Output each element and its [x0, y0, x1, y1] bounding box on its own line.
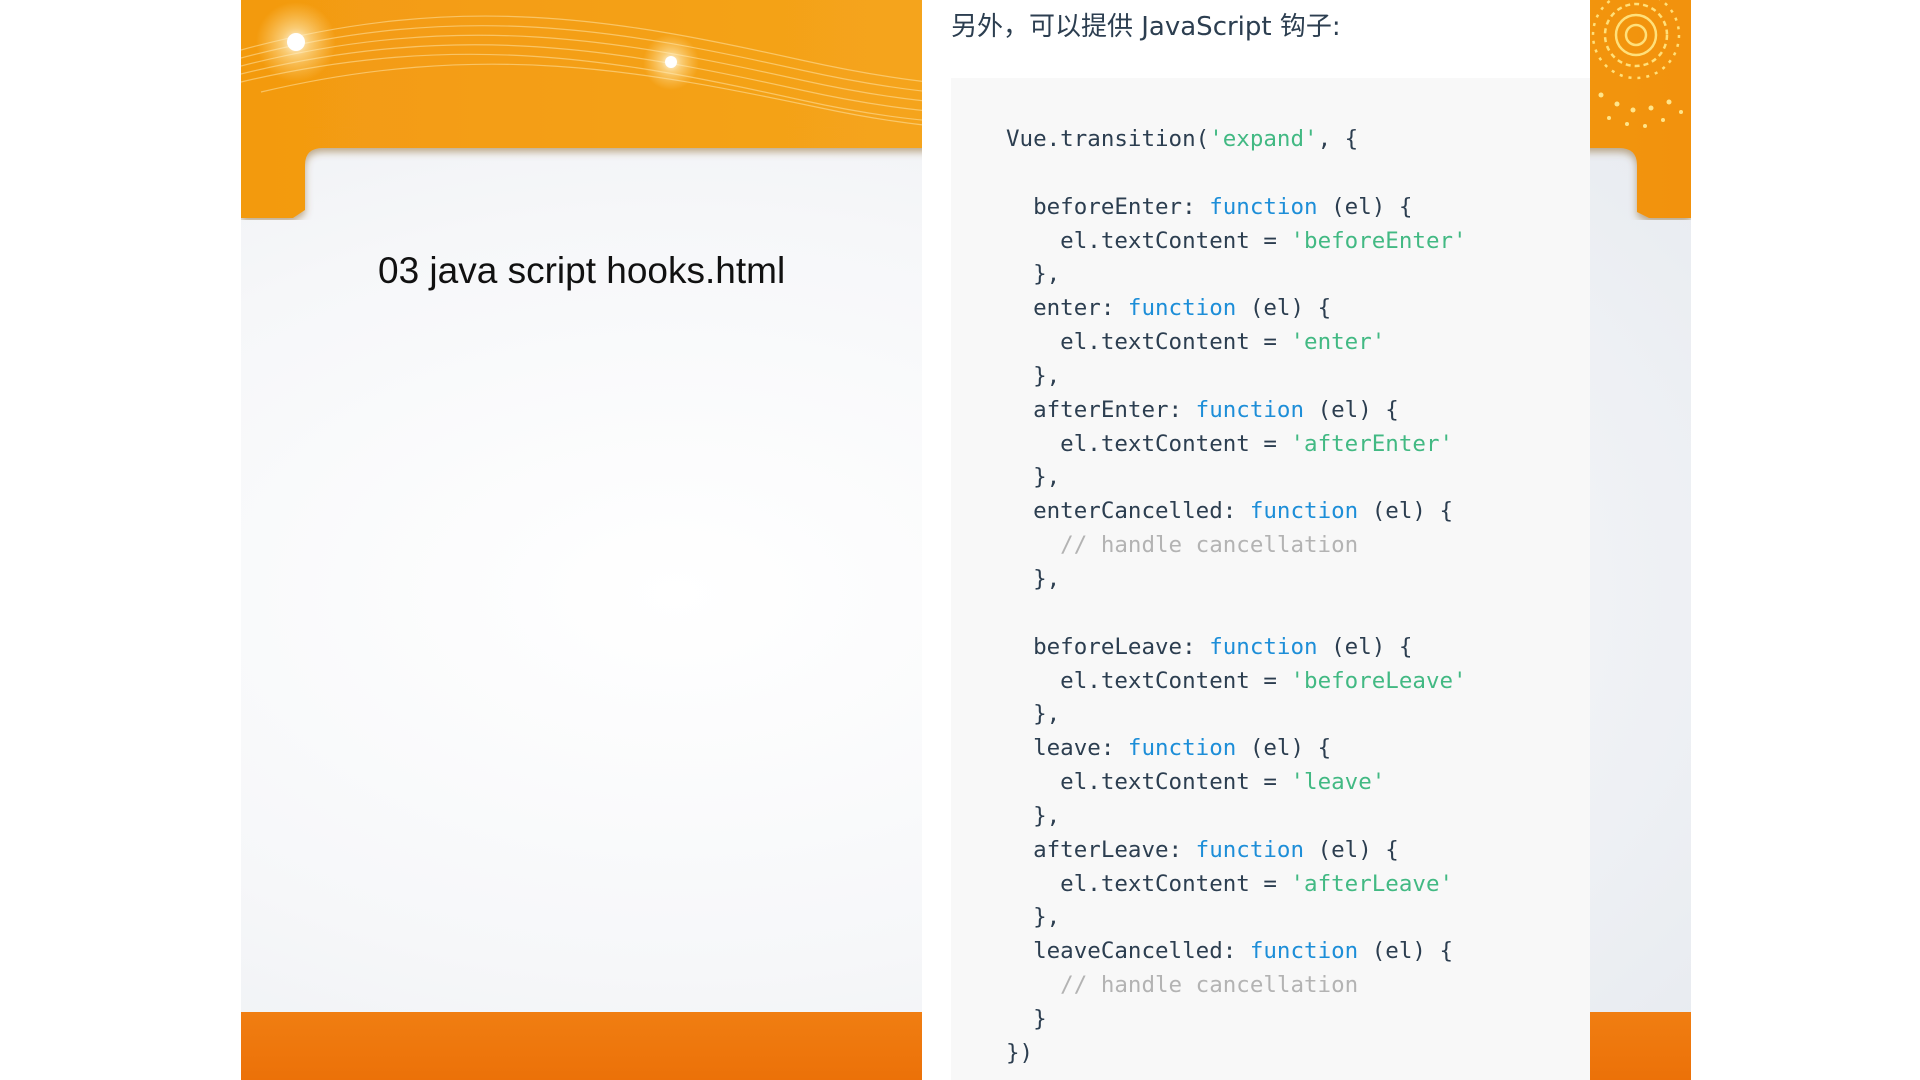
code-text: leave:	[1006, 735, 1128, 762]
code-line: el.textContent = 'afterEnter'	[1006, 428, 1467, 462]
code-text: }	[1006, 1005, 1047, 1032]
code-line: afterEnter: function (el) {	[1006, 394, 1467, 428]
code-line: el.textContent = 'leave'	[1006, 766, 1467, 800]
code-string: 'beforeLeave'	[1290, 667, 1467, 694]
code-line: leave: function (el) {	[1006, 732, 1467, 766]
code-block: Vue.transition('expand', { beforeEnter: …	[951, 78, 1590, 1080]
code-keyword: function	[1209, 193, 1318, 220]
code-line: })	[1006, 1037, 1467, 1071]
code-keyword: function	[1195, 396, 1305, 423]
code-text: beforeEnter:	[1006, 193, 1210, 220]
code-line: }	[1006, 1003, 1467, 1037]
code-line: },	[1006, 901, 1467, 935]
code-line: el.textContent = 'beforeEnter'	[1006, 225, 1467, 259]
code-line: },	[1006, 800, 1467, 834]
code-comment: // handle cancellation	[1006, 972, 1359, 999]
code-string: 'leave'	[1290, 769, 1386, 796]
code-text: el.textContent =	[1006, 227, 1291, 254]
code-text: (el) {	[1317, 193, 1413, 220]
code-text: (el) {	[1358, 938, 1454, 965]
code-text: },	[1006, 362, 1061, 389]
code-text: leaveCancelled:	[1006, 938, 1250, 965]
code-text: (el) {	[1304, 836, 1399, 863]
code-text: },	[1006, 565, 1061, 592]
code-line: el.textContent = 'beforeLeave'	[1006, 665, 1467, 699]
code-line: afterLeave: function (el) {	[1006, 834, 1467, 868]
code-string: 'enter'	[1290, 329, 1386, 356]
code-line: // handle cancellation	[1006, 969, 1467, 1003]
code-text: el.textContent =	[1006, 870, 1291, 897]
code-keyword: function	[1249, 938, 1359, 965]
code-text: (el) {	[1304, 396, 1399, 423]
code-line: // handle cancellation	[1006, 529, 1467, 563]
code-text: el.textContent =	[1006, 430, 1291, 457]
code-line: leaveCancelled: function (el) {	[1006, 935, 1467, 969]
code-text: },	[1006, 802, 1061, 829]
doc-intro-text: 另外，可以提供 JavaScript 钩子:	[951, 12, 1341, 42]
code-line: },	[1006, 258, 1467, 292]
code-string: 'beforeEnter'	[1290, 227, 1467, 254]
code-text: el.textContent =	[1006, 769, 1291, 796]
code-text: afterLeave:	[1006, 836, 1196, 863]
code-text: el.textContent =	[1006, 329, 1291, 356]
code-text: el.textContent =	[1006, 667, 1291, 694]
code-line: el.textContent = 'afterLeave'	[1006, 868, 1467, 902]
code-text: },	[1006, 464, 1061, 491]
code-text: },	[1006, 261, 1061, 288]
code-text: })	[1006, 1039, 1034, 1066]
code-text: enter:	[1006, 295, 1128, 322]
code-line: },	[1006, 360, 1467, 394]
code-string: 'afterLeave'	[1290, 870, 1454, 897]
code-text: (el) {	[1317, 633, 1413, 660]
slide-title: 03 java script hooks.html	[378, 250, 786, 291]
code-text: afterEnter:	[1006, 396, 1196, 423]
code-lines: Vue.transition('expand', { beforeEnter: …	[1006, 123, 1467, 1071]
code-string: 'afterEnter'	[1290, 430, 1454, 457]
code-text: , {	[1317, 126, 1359, 152]
code-text: beforeLeave:	[1006, 633, 1210, 660]
code-line: },	[1006, 698, 1467, 732]
code-line: beforeEnter: function (el) {	[1006, 191, 1467, 225]
code-keyword: function	[1127, 295, 1237, 322]
code-text: (el) {	[1358, 498, 1454, 525]
code-keyword: function	[1127, 735, 1237, 762]
code-string: 'expand'	[1209, 126, 1318, 152]
code-text: Vue.transition(	[1006, 126, 1210, 152]
code-text: (el) {	[1236, 295, 1332, 322]
code-text: enterCancelled:	[1006, 498, 1250, 525]
code-line: el.textContent = 'enter'	[1006, 326, 1467, 360]
code-line: },	[1006, 563, 1467, 597]
code-text: (el) {	[1236, 735, 1332, 762]
code-text: },	[1006, 904, 1061, 931]
code-line: beforeLeave: function (el) {	[1006, 631, 1467, 665]
code-line: enter: function (el) {	[1006, 292, 1467, 326]
code-keyword: function	[1249, 498, 1359, 525]
code-line: enterCancelled: function (el) {	[1006, 495, 1467, 529]
code-line: Vue.transition('expand', {	[1006, 123, 1467, 157]
documentation-panel: 另外，可以提供 JavaScript 钩子: Vue.transition('e…	[922, 0, 1590, 1080]
code-keyword: function	[1209, 633, 1318, 660]
code-line: },	[1006, 461, 1467, 495]
code-comment: // handle cancellation	[1006, 532, 1359, 559]
code-keyword: function	[1195, 836, 1305, 863]
code-text: },	[1006, 701, 1061, 728]
